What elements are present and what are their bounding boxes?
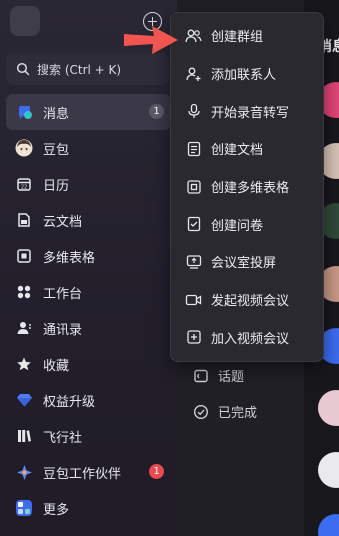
nav-item-workspace[interactable]: 工作台 xyxy=(6,274,171,310)
nav-label: 收藏 xyxy=(43,358,70,374)
chat-avatar[interactable] xyxy=(318,514,339,536)
star-icon xyxy=(15,355,33,373)
nav-label: 飞行社 xyxy=(43,430,83,446)
check-circle-icon xyxy=(193,404,209,419)
document-icon xyxy=(185,140,202,157)
nav-item-feixingshe[interactable]: 飞行社 xyxy=(6,418,171,454)
menu-item-create-doc[interactable]: 创建文档 xyxy=(171,130,323,168)
nav-label: 多维表格 xyxy=(43,250,96,266)
survey-icon xyxy=(185,216,202,233)
menu-label: 加入视频会议 xyxy=(211,331,290,347)
menu-item-start-video-meeting[interactable]: 发起视频会议 xyxy=(171,281,323,319)
workspace-icon xyxy=(15,283,33,301)
partner-icon xyxy=(15,463,33,481)
chat-avatar[interactable] xyxy=(318,390,339,426)
user-avatar[interactable] xyxy=(10,6,40,36)
menu-item-create-survey[interactable]: 创建问卷 xyxy=(171,205,323,243)
nav-item-upgrade[interactable]: 权益升级 xyxy=(6,382,171,418)
nav-label: 豆包工作伙伴 xyxy=(43,466,122,482)
nav-label: 消息 xyxy=(43,106,70,122)
nav-label: 更多 xyxy=(43,502,70,518)
pointer-arrow-icon xyxy=(124,26,178,54)
menu-item-create-multi-table[interactable]: 创建多维表格 xyxy=(171,168,323,206)
menu-item-join-video-meeting[interactable]: 加入视频会议 xyxy=(171,319,323,357)
menu-label: 发起视频会议 xyxy=(211,294,290,310)
search-icon xyxy=(16,62,30,76)
nav-label: 云文档 xyxy=(43,214,83,230)
create-menu: 创建群组 添加联系人 开始录音转写 创建文档 创建多维表格 创建问卷 会议室投屏… xyxy=(170,12,324,362)
menu-label: 添加联系人 xyxy=(211,68,277,84)
nav-item-multi-table[interactable]: 多维表格 xyxy=(6,238,171,274)
nav-label: 豆包 xyxy=(43,142,70,158)
contacts-icon xyxy=(15,319,33,337)
nav-item-messages[interactable]: 消息 1 xyxy=(6,94,171,130)
nav-item-favorites[interactable]: 收藏 xyxy=(6,346,171,382)
menu-label: 创建文档 xyxy=(211,143,264,159)
calendar-icon: 22 xyxy=(15,175,33,193)
unread-badge: 1 xyxy=(149,104,164,119)
menu-label: 创建多维表格 xyxy=(211,181,290,197)
filter-done[interactable]: 已完成 xyxy=(193,402,257,421)
sidebar-nav: 消息 1 豆包 22 日历 云文档 多维表格 工作台 通讯录 收藏 权益升级 飞… xyxy=(0,94,177,526)
book-icon xyxy=(15,427,33,445)
multi-table-icon xyxy=(15,247,33,265)
nav-item-partner[interactable]: 豆包工作伙伴 1 xyxy=(6,454,171,490)
menu-item-record-transcribe[interactable]: 开始录音转写 xyxy=(171,92,323,130)
menu-label: 会议室投屏 xyxy=(211,256,277,272)
join-meeting-icon xyxy=(185,329,202,346)
microphone-icon xyxy=(185,103,202,120)
nav-item-more[interactable]: 更多 xyxy=(6,490,171,526)
multi-table-icon xyxy=(185,178,202,195)
video-icon xyxy=(185,291,202,308)
notification-badge: 1 xyxy=(149,464,164,479)
filter-label: 已完成 xyxy=(218,406,258,421)
menu-label: 创建问卷 xyxy=(211,218,264,234)
doubao-avatar-icon xyxy=(15,139,33,157)
nav-item-calendar[interactable]: 22 日历 xyxy=(6,166,171,202)
sidebar: 搜索 (Ctrl + K) 消息 1 豆包 22 日历 云文档 多维表格 工作台… xyxy=(0,0,177,536)
nav-label: 日历 xyxy=(43,178,70,194)
filter-label: 话题 xyxy=(218,370,245,385)
group-icon xyxy=(185,27,202,44)
filter-topics[interactable]: 话题 xyxy=(193,366,244,385)
add-contact-icon xyxy=(185,65,202,82)
nav-label: 通讯录 xyxy=(43,322,83,338)
menu-label: 开始录音转写 xyxy=(211,105,290,121)
diamond-icon xyxy=(15,391,33,409)
screen-cast-icon xyxy=(185,253,202,270)
chat-avatar[interactable] xyxy=(318,452,339,488)
topic-icon xyxy=(194,369,208,382)
nav-item-doubao[interactable]: 豆包 xyxy=(6,130,171,166)
message-icon xyxy=(15,103,33,121)
cloud-doc-icon xyxy=(15,211,33,229)
menu-label: 创建群组 xyxy=(211,30,264,46)
search-label: 搜索 (Ctrl + K) xyxy=(37,62,122,77)
svg-text:22: 22 xyxy=(21,185,27,191)
nav-item-contacts[interactable]: 通讯录 xyxy=(6,310,171,346)
menu-item-add-contact[interactable]: 添加联系人 xyxy=(171,55,323,93)
nav-label: 工作台 xyxy=(43,286,83,302)
menu-item-create-group[interactable]: 创建群组 xyxy=(171,17,323,55)
nav-label: 权益升级 xyxy=(43,394,96,410)
menu-item-screen-cast[interactable]: 会议室投屏 xyxy=(171,243,323,281)
more-icon xyxy=(15,499,33,517)
nav-item-cloud-docs[interactable]: 云文档 xyxy=(6,202,171,238)
